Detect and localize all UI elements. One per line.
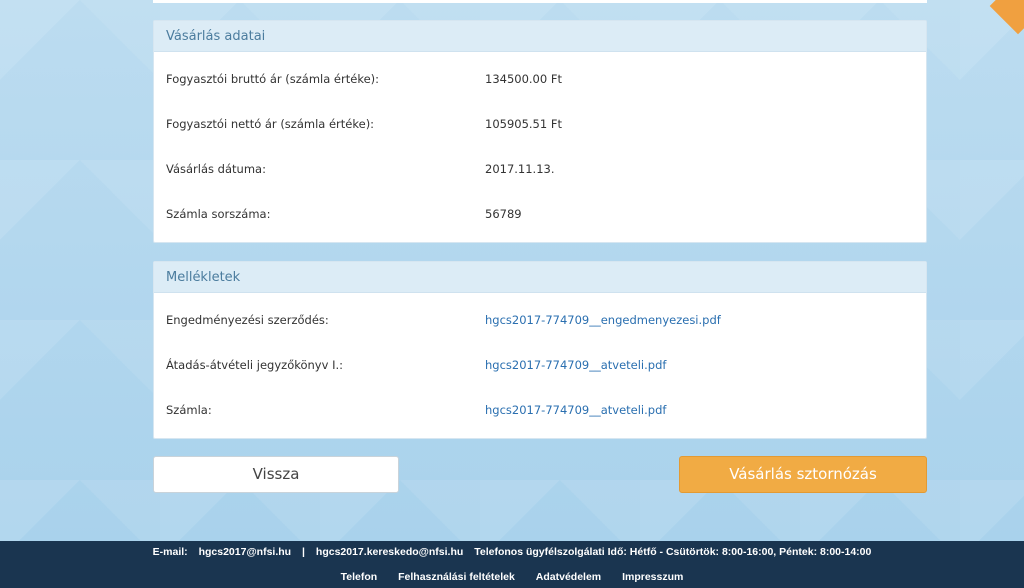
invoice-attachment-label: Számla: [166, 403, 212, 417]
footer-link-privacy[interactable]: Adatvédelem [536, 571, 601, 583]
purchase-data-title: Vásárlás adatai [154, 21, 926, 52]
handover-protocol-link[interactable]: hgcs2017-774709__atveteli.pdf [485, 355, 666, 375]
back-button[interactable]: Vissza [153, 456, 399, 493]
gross-price-value: 134500.00 Ft [485, 72, 562, 86]
invoice-number-row: Számla sorszáma: 56789 [166, 204, 914, 224]
footer-contact-line: E-mail: hgcs2017@nfsi.hu | hgcs2017.kere… [0, 546, 1024, 558]
purchase-date-value: 2017.11.13. [485, 162, 555, 176]
footer-link-terms[interactable]: Felhasználási feltételek [398, 571, 515, 583]
invoice-attachment-link[interactable]: hgcs2017-774709__atveteli.pdf [485, 400, 666, 420]
purchase-data-panel: Vásárlás adatai Fogyasztói bruttó ár (sz… [153, 20, 927, 243]
footer-links: Telefon Felhasználási feltételek Adatvéd… [0, 571, 1024, 583]
invoice-number-label: Számla sorszáma: [166, 207, 271, 221]
cancel-purchase-button[interactable]: Vásárlás sztornózás [679, 456, 927, 493]
net-price-label: Fogyasztói nettó ár (számla értéke): [166, 117, 375, 131]
footer-separator: | [302, 546, 305, 558]
assignment-contract-label: Engedményezési szerződés: [166, 313, 329, 327]
assignment-contract-link[interactable]: hgcs2017-774709__engedmenyezesi.pdf [485, 310, 721, 330]
handover-protocol-label: Átadás-átvételi jegyzőkönyv I.: [166, 358, 343, 372]
attachments-title: Mellékletek [154, 262, 926, 293]
handover-protocol-row: Átadás-átvételi jegyzőkönyv I.: hgcs2017… [166, 355, 914, 375]
attachments-panel: Mellékletek Engedményezési szerződés: hg… [153, 261, 927, 439]
gross-price-label: Fogyasztói bruttó ár (számla értéke): [166, 72, 380, 86]
purchase-date-label: Vásárlás dátuma: [166, 162, 266, 176]
previous-panel-edge [153, 0, 927, 3]
footer-link-telefon[interactable]: Telefon [341, 571, 378, 583]
net-price-row: Fogyasztói nettó ár (számla értéke): 105… [166, 114, 914, 134]
footer-email-1[interactable]: hgcs2017@nfsi.hu [199, 546, 292, 558]
footer-email-label: E-mail: [152, 546, 188, 558]
invoice-attachment-row: Számla: hgcs2017-774709__atveteli.pdf [166, 400, 914, 420]
purchase-date-row: Vásárlás dátuma: 2017.11.13. [166, 159, 914, 179]
assignment-contract-row: Engedményezési szerződés: hgcs2017-77470… [166, 310, 914, 330]
gross-price-row: Fogyasztói bruttó ár (számla értéke): 13… [166, 69, 914, 89]
footer-link-imprint[interactable]: Impresszum [622, 571, 683, 583]
footer-email-2[interactable]: hgcs2017.kereskedo@nfsi.hu [316, 546, 463, 558]
footer-hours: Telefonos ügyfélszolgálati Idő: Hétfő - … [474, 546, 872, 558]
footer: E-mail: hgcs2017@nfsi.hu | hgcs2017.kere… [0, 541, 1024, 588]
invoice-number-value: 56789 [485, 207, 522, 221]
net-price-value: 105905.51 Ft [485, 117, 562, 131]
